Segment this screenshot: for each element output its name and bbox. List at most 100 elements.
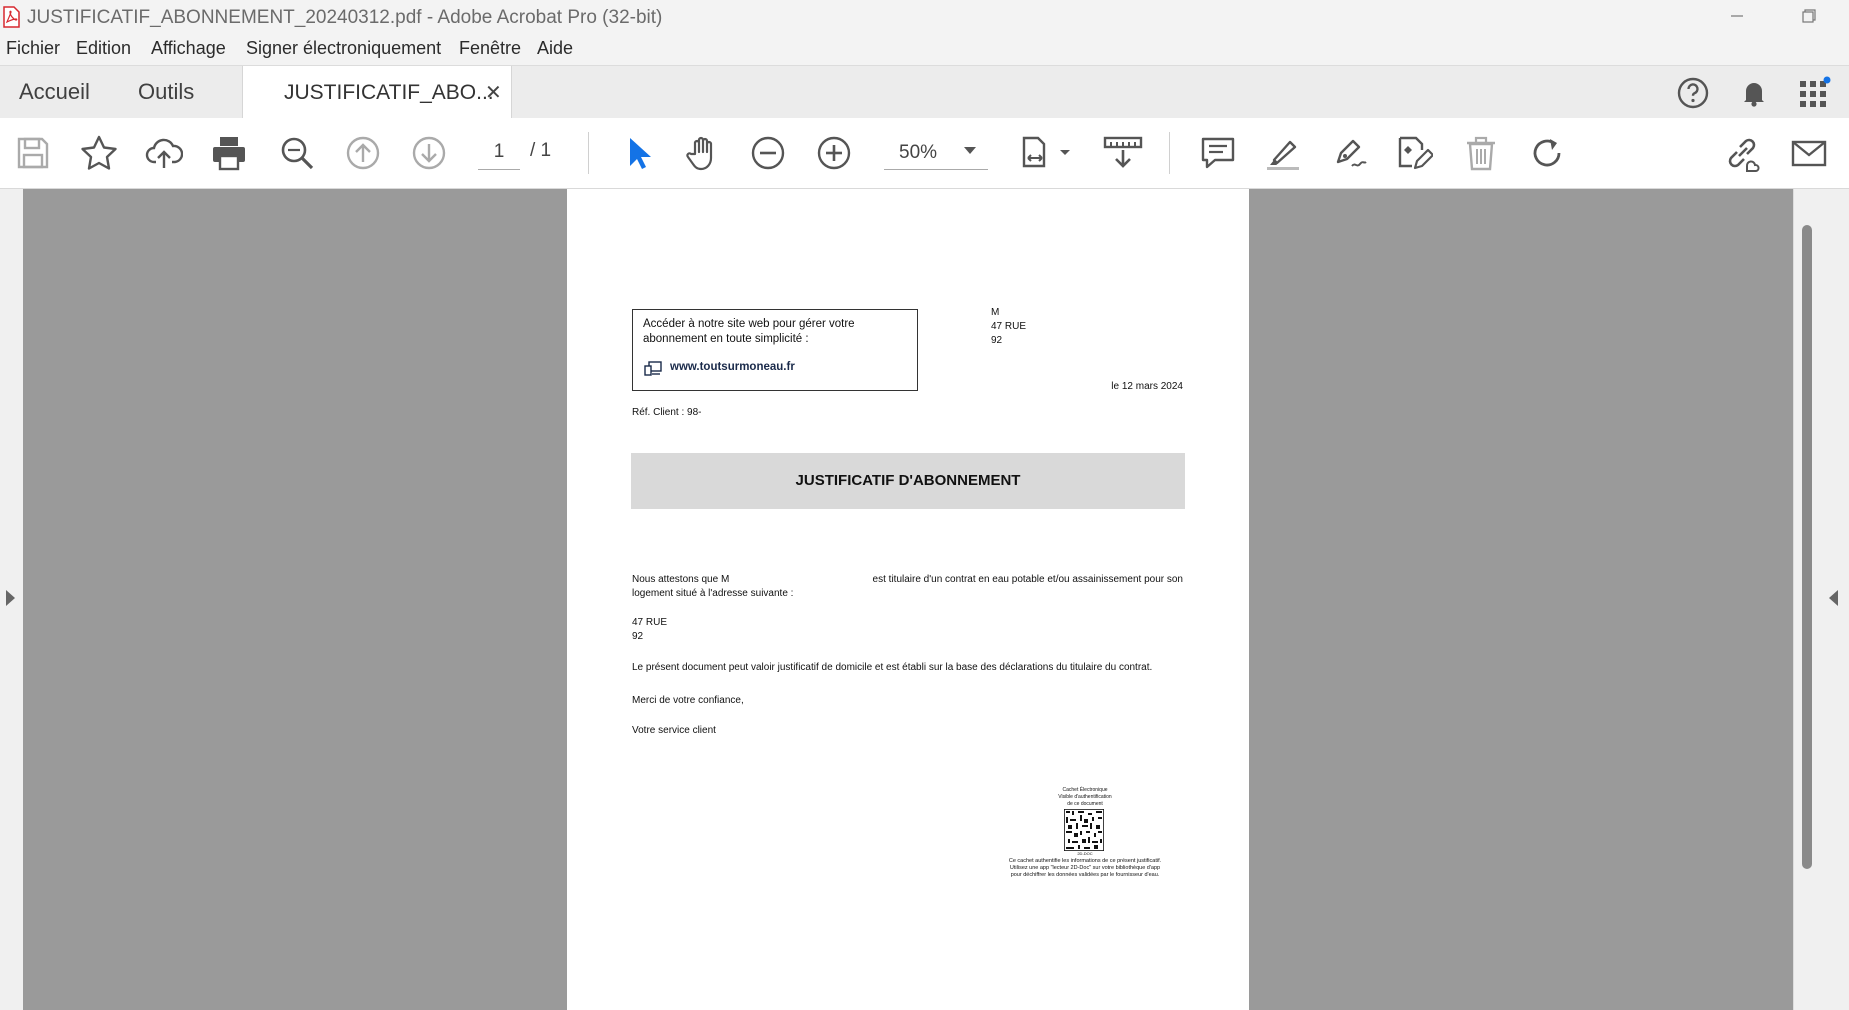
highlighter-icon — [1267, 140, 1299, 170]
vertical-scrollbar[interactable] — [1793, 189, 1821, 1010]
arrow-down-circle-icon — [412, 136, 446, 170]
pen-draw-icon — [1336, 139, 1367, 167]
hand-tool-button[interactable] — [684, 134, 722, 172]
cursor-arrow-icon — [630, 138, 651, 169]
stamp-title-2: Visible d'authentification — [1058, 794, 1112, 800]
qr-code-icon — [1064, 809, 1104, 851]
save-icon — [17, 137, 49, 169]
restore-button[interactable] — [1786, 2, 1832, 32]
recipient-street: 47 RUE — [991, 321, 1027, 332]
tab-accueil[interactable]: Accueil — [19, 79, 90, 105]
link-icon — [1728, 138, 1760, 172]
thanks-text: Merci de votre confiance, — [632, 695, 744, 706]
menu-fenetre[interactable]: Fenêtre — [459, 38, 521, 59]
close-tab-icon[interactable]: ✕ — [485, 80, 502, 105]
document-heading: JUSTIFICATIF D'ABONNEMENT — [795, 472, 1021, 489]
title-bar: JUSTIFICATIF_ABONNEMENT_20240312.pdf - A… — [0, 0, 1849, 34]
zoom-out-icon — [751, 136, 785, 170]
pdf-page: Accéder à notre site web pour gérer votr… — [567, 189, 1249, 1010]
body-text-start: Nous attestons que M — [632, 574, 730, 585]
menu-bar: Fichier Edition Affichage Signer électro… — [0, 34, 1849, 65]
hand-icon — [686, 136, 713, 171]
printer-icon — [213, 137, 245, 171]
body-text-line-2: logement situé à l'adresse suivante : — [632, 588, 794, 599]
document-tab-label: JUSTIFICATIF_ABO... — [284, 81, 494, 104]
cloud-upload-icon — [145, 138, 184, 168]
zoom-in-button[interactable] — [815, 134, 853, 172]
page-number-input[interactable]: 1 — [478, 135, 520, 170]
right-panel-toggle[interactable] — [1820, 189, 1849, 1010]
chevron-down-icon — [964, 147, 976, 154]
document-date: le 12 mars 2024 — [1111, 381, 1183, 392]
scroll-mode-button[interactable] — [1102, 134, 1144, 172]
acrobat-pdf-icon — [3, 6, 20, 28]
previous-page-button[interactable] — [344, 134, 382, 172]
website-link[interactable]: www.toutsurmoneau.fr — [670, 361, 795, 373]
scroll-mode-icon — [1103, 136, 1143, 168]
menu-aide[interactable]: Aide — [537, 38, 573, 59]
notification-dot — [1823, 76, 1831, 84]
edit-pdf-button[interactable] — [1395, 134, 1435, 172]
menu-affichage[interactable]: Affichage — [151, 38, 226, 59]
minimize-button[interactable] — [1714, 2, 1760, 32]
trash-icon — [1467, 136, 1495, 171]
stamp-note-2: Utilisez une app "lecteur 2D-Doc" sur vo… — [1009, 865, 1161, 871]
draw-button[interactable] — [1330, 134, 1368, 172]
select-tool-button[interactable] — [618, 134, 656, 172]
stamp-code: 2D-DOC — [1077, 851, 1093, 856]
left-panel-toggle[interactable] — [0, 189, 23, 1010]
menu-edition[interactable]: Edition — [76, 38, 131, 59]
add-comment-button[interactable] — [1199, 134, 1237, 172]
bookmark-star-button[interactable] — [80, 134, 118, 172]
save-button[interactable] — [14, 134, 52, 172]
zoom-in-icon — [817, 136, 851, 170]
find-button[interactable] — [278, 134, 316, 172]
delete-button[interactable] — [1462, 134, 1500, 172]
scrollbar-thumb[interactable] — [1802, 225, 1812, 869]
recipient-city: 92 — [991, 335, 1003, 346]
tab-outils[interactable]: Outils — [138, 79, 194, 105]
menu-fichier[interactable]: Fichier — [6, 38, 60, 59]
arrow-up-circle-icon — [346, 136, 380, 170]
website-box-text-2: abonnement en toute simplicité : — [643, 333, 809, 345]
highlight-button[interactable] — [1264, 134, 1302, 172]
body-text-end: est titulaire d'un contrat en eau potabl… — [872, 574, 1183, 585]
print-button[interactable] — [210, 134, 248, 172]
star-icon — [81, 135, 117, 170]
devices-icon — [644, 361, 662, 376]
client-reference: Réf. Client : 98- — [632, 407, 702, 418]
stamp-title-3: de ce document — [1067, 801, 1103, 807]
edit-pdf-icon — [1398, 136, 1435, 170]
website-box-text-1: Accéder à notre site web pour gérer votr… — [643, 318, 855, 330]
window-title: JUSTIFICATIF_ABONNEMENT_20240312.pdf - A… — [27, 7, 663, 28]
next-page-button[interactable] — [410, 134, 448, 172]
stamp-note-3: pour déchiffrer les données validées par… — [1010, 872, 1160, 878]
rotate-icon — [1533, 139, 1561, 167]
tab-bar: Accueil Outils JUSTIFICATIF_ABO... ✕ — [0, 65, 1849, 120]
rotate-button[interactable] — [1528, 134, 1566, 172]
envelope-icon — [1791, 140, 1827, 167]
recipient-name: M — [991, 307, 1000, 318]
tab-document[interactable]: JUSTIFICATIF_ABO... ✕ — [242, 66, 512, 120]
zoom-level-select[interactable]: 50% — [884, 135, 988, 170]
bell-icon[interactable] — [1737, 76, 1771, 110]
address-street: 47 RUE — [632, 617, 668, 628]
comment-icon — [1201, 137, 1235, 169]
email-button[interactable] — [1790, 134, 1828, 172]
fit-page-icon — [1022, 136, 1070, 168]
apps-grid-icon[interactable] — [1797, 76, 1831, 110]
upload-cloud-button[interactable] — [145, 134, 184, 172]
expand-right-panel-icon[interactable] — [1829, 590, 1838, 606]
zoom-search-icon — [281, 137, 314, 170]
restore-icon — [1802, 9, 1816, 23]
expand-left-panel-icon[interactable] — [6, 590, 15, 606]
page-total: / 1 — [530, 140, 552, 161]
document-viewer[interactable]: Accéder à notre site web pour gérer votr… — [0, 189, 1849, 1010]
help-icon[interactable] — [1676, 76, 1710, 110]
fit-page-button[interactable] — [1020, 134, 1076, 172]
signature-text: Votre service client — [632, 725, 716, 736]
menu-signer[interactable]: Signer électroniquement — [246, 38, 441, 59]
toolbar-separator — [1169, 132, 1170, 174]
share-link-button[interactable] — [1723, 134, 1761, 172]
zoom-out-button[interactable] — [749, 134, 787, 172]
